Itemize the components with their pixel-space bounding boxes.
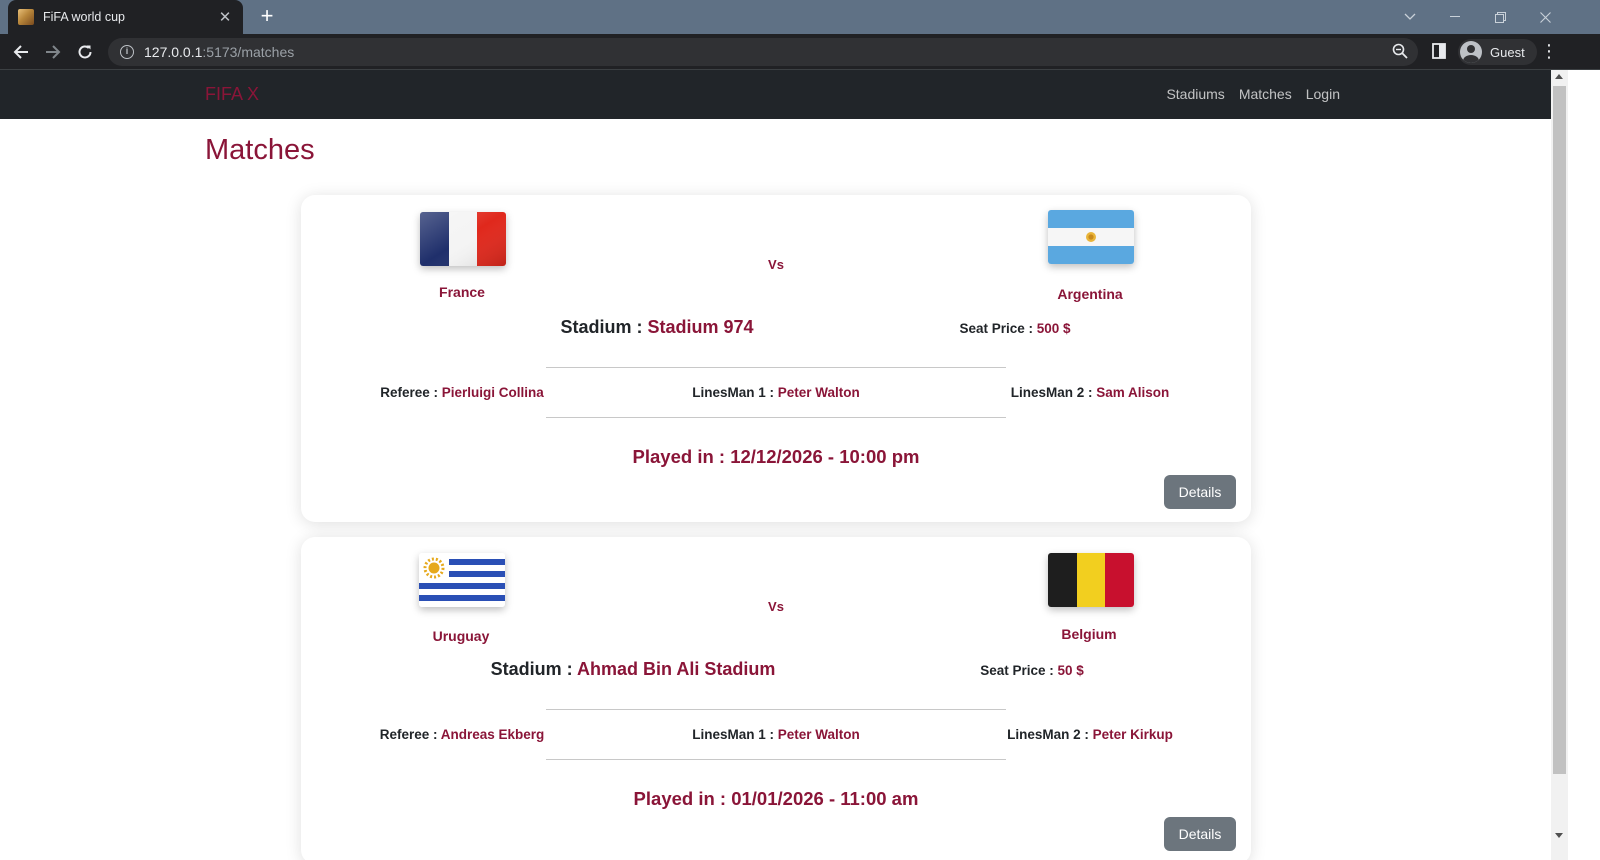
seat-price-line: Seat Price : 50 $	[912, 663, 1152, 678]
home-team-name: Uruguay	[432, 628, 490, 644]
browser-tab-bar: FiFA world cup ✕ +	[0, 0, 1600, 34]
referee-value: Andreas Ekberg	[440, 727, 545, 742]
played-in-label: Played in :	[632, 446, 731, 467]
home-team-name: France	[439, 284, 485, 300]
page-scrollbar[interactable]	[1551, 70, 1568, 860]
details-button[interactable]: Details	[1164, 817, 1236, 851]
linesman1-line: LinesMan 1 : Peter Walton	[656, 385, 896, 400]
new-tab-button[interactable]: +	[255, 5, 279, 29]
belgium-flag-icon	[1048, 553, 1134, 607]
close-window-button[interactable]	[1522, 0, 1568, 34]
away-team-name: Argentina	[1057, 286, 1123, 302]
profile-button[interactable]: Guest	[1458, 39, 1537, 65]
linesman2-label: LinesMan 2 :	[1010, 385, 1097, 400]
divider-bottom	[546, 417, 1006, 418]
away-team-name: Belgium	[1061, 626, 1117, 642]
linesman1-line: LinesMan 1 : Peter Walton	[656, 727, 896, 742]
browser-menu-icon[interactable]: ⋮	[1540, 42, 1558, 60]
match-card: France Vs Argentina Stadium : Stadium 97…	[301, 195, 1251, 522]
referee-line: Referee : Andreas Ekberg	[342, 727, 582, 742]
forward-arrow-icon[interactable]	[41, 40, 65, 64]
linesman2-line: LinesMan 2 : Sam Alison	[970, 385, 1210, 400]
seat-price-value: 500 $	[1036, 321, 1071, 336]
referee-value: Pierluigi Collina	[441, 385, 544, 400]
linesman1-value: Peter Walton	[777, 385, 860, 400]
stadium-line: Stadium : Stadium 974	[447, 317, 867, 338]
tab-close-icon[interactable]: ✕	[217, 8, 233, 26]
match-card: Uruguay Vs Belgium Stadium : Ahmad Bin A…	[301, 537, 1251, 860]
linesman1-label: LinesMan 1 :	[692, 727, 778, 742]
restore-button[interactable]	[1477, 0, 1523, 34]
back-arrow-icon[interactable]	[9, 40, 33, 64]
linesman2-value: Sam Alison	[1096, 385, 1170, 400]
app-navbar: FIFA X Stadiums Matches Login	[0, 70, 1551, 119]
seat-price-label: Seat Price :	[959, 321, 1037, 336]
brand-logo[interactable]: FIFA X	[205, 84, 259, 105]
url-path: :5173/matches	[202, 44, 295, 60]
nav-link-login[interactable]: Login	[1306, 86, 1340, 102]
referee-label: Referee :	[379, 727, 441, 742]
guest-avatar-icon	[1460, 41, 1482, 63]
seat-price-label: Seat Price :	[980, 663, 1058, 678]
url-host: 127.0.0.1	[144, 44, 203, 60]
zoom-icon[interactable]	[1392, 43, 1408, 64]
details-button[interactable]: Details	[1164, 475, 1236, 509]
reload-icon[interactable]	[73, 40, 97, 64]
played-in-value: 01/01/2026 - 11:00 am	[731, 788, 919, 809]
tab-search-icon[interactable]	[1387, 0, 1433, 34]
profile-label: Guest	[1490, 44, 1525, 60]
played-in-line: Played in : 12/12/2026 - 10:00 pm	[301, 446, 1251, 468]
seat-price-value: 50 $	[1057, 663, 1084, 678]
linesman1-value: Peter Walton	[777, 727, 860, 742]
page-title: Matches	[205, 134, 315, 166]
stadium-label: Stadium :	[560, 317, 648, 337]
divider-top	[546, 709, 1006, 710]
played-in-value: 12/12/2026 - 10:00 pm	[730, 446, 920, 467]
nav-link-stadiums[interactable]: Stadiums	[1166, 86, 1224, 102]
argentina-flag-icon	[1048, 210, 1134, 264]
linesman2-value: Peter Kirkup	[1092, 727, 1173, 742]
scroll-down-icon[interactable]	[1555, 833, 1563, 838]
stadium-value: Ahmad Bin Ali Stadium	[577, 659, 776, 679]
site-info-icon[interactable]: i	[120, 45, 134, 59]
tab-favicon-icon	[18, 9, 34, 25]
played-in-line: Played in : 01/01/2026 - 11:00 am	[301, 788, 1251, 810]
nav-link-matches[interactable]: Matches	[1239, 86, 1292, 102]
scrollbar-thumb[interactable]	[1553, 86, 1566, 774]
stadium-line: Stadium : Ahmad Bin Ali Stadium	[423, 659, 843, 680]
scroll-up-icon[interactable]	[1555, 74, 1563, 79]
browser-toolbar: i 127.0.0.1:5173/matches Guest ⋮	[0, 34, 1600, 70]
divider-bottom	[546, 759, 1006, 760]
referee-label: Referee :	[380, 385, 442, 400]
linesman2-line: LinesMan 2 : Peter Kirkup	[970, 727, 1210, 742]
seat-price-line: Seat Price : 500 $	[895, 321, 1135, 336]
minimize-button[interactable]	[1432, 0, 1478, 34]
nav-links: Stadiums Matches Login	[1166, 86, 1340, 102]
linesman1-label: LinesMan 1 :	[692, 385, 778, 400]
played-in-label: Played in :	[633, 788, 732, 809]
stadium-value: Stadium 974	[647, 317, 754, 337]
tab-title: FiFA world cup	[43, 10, 125, 24]
side-panel-icon[interactable]	[1432, 43, 1446, 64]
address-bar[interactable]: i 127.0.0.1:5173/matches	[108, 38, 1418, 66]
linesman2-label: LinesMan 2 :	[1007, 727, 1093, 742]
browser-tab[interactable]: FiFA world cup ✕	[8, 0, 243, 34]
divider-top	[546, 367, 1006, 368]
stadium-label: Stadium :	[490, 659, 577, 679]
referee-line: Referee : Pierluigi Collina	[342, 385, 582, 400]
